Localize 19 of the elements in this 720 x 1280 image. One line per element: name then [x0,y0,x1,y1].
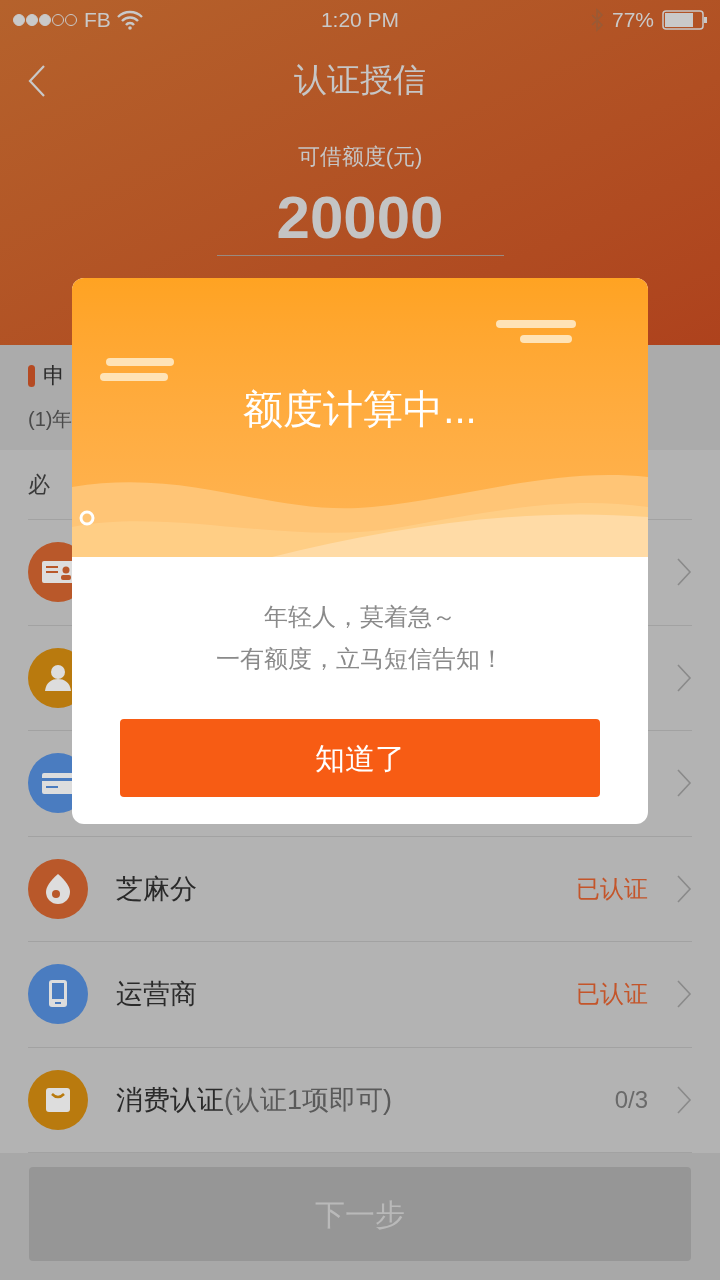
notice-text: (1)年 [28,407,73,432]
modal-message: 一有额度，立马短信告知！ [216,644,504,674]
row-label: 运营商 [116,979,197,1009]
notice-title: 申 [43,362,65,390]
row-status: 已认证 [576,873,648,904]
modal-title: 额度计算中... [243,385,477,433]
battery-percent: 77% [611,7,654,34]
row-label: 消费认证 [116,1084,224,1115]
credit-label: 可借额度(元) [297,143,423,171]
section-label: 必 [28,471,50,499]
row-label: 芝麻分 [116,873,197,904]
row-status: 0/3 [614,1084,648,1115]
clock-time: 1:20 PM [319,7,401,34]
modal-message: 年轻人，莫着急～ [264,602,456,632]
carrier-name: FB [84,7,111,34]
row-note: (认证1项即可) [224,1084,392,1115]
page-title: 认证授信 [294,60,426,101]
row-status: 已认证 [576,979,648,1010]
credit-amount: 20000 [216,183,504,256]
